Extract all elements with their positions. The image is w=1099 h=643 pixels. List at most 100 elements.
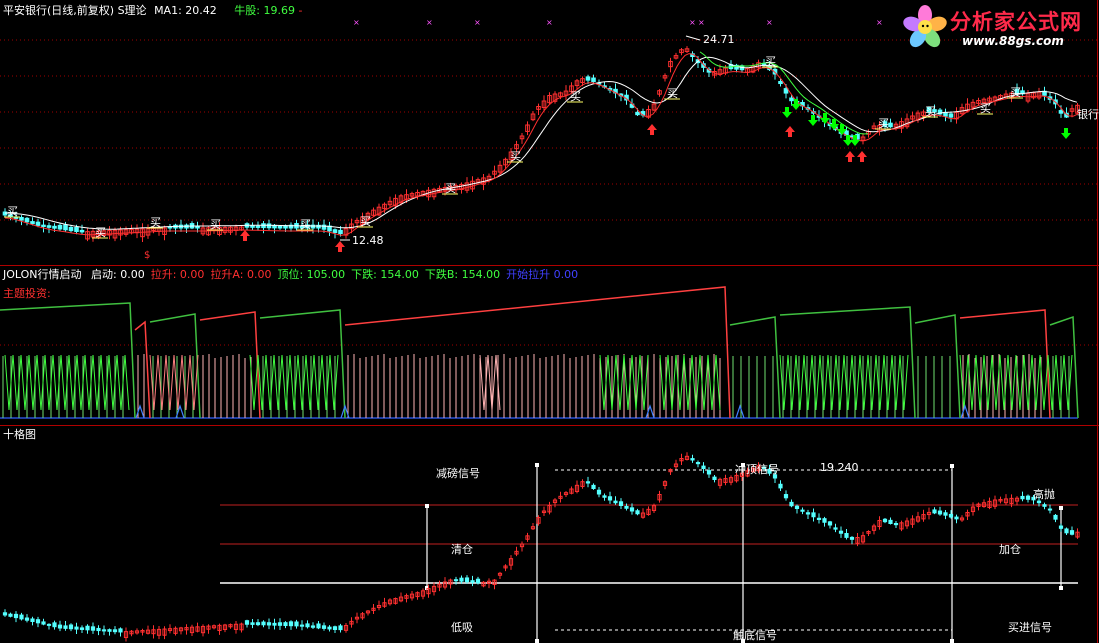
candle-body bbox=[789, 97, 794, 102]
candle-body bbox=[30, 618, 35, 622]
candle-body bbox=[602, 495, 607, 498]
candle-body bbox=[327, 626, 332, 630]
arrow-up-icon bbox=[240, 230, 250, 241]
candle-body bbox=[46, 225, 52, 228]
candle-body bbox=[816, 517, 822, 521]
candle-body bbox=[948, 513, 954, 518]
panel1-title: 平安银行(日线,前复权) S理论 bbox=[3, 4, 147, 17]
candle-body bbox=[266, 223, 272, 229]
candle-body bbox=[937, 510, 943, 515]
divider-handle bbox=[535, 639, 539, 643]
label-gaopao: 高抛 bbox=[1033, 488, 1055, 501]
candle-body bbox=[701, 465, 706, 470]
panel2-field-3: 顶位: 105.00 bbox=[277, 268, 346, 281]
panel3-title: 十格图 bbox=[3, 428, 36, 441]
candle-body bbox=[261, 621, 266, 626]
panel2-header: JOLON行情启动 启动: 0.00 拉升: 0.00 拉升A: 0.00 顶位: 1… bbox=[3, 268, 578, 281]
label-jiacang: 加仓 bbox=[999, 543, 1021, 556]
candle-body bbox=[338, 625, 343, 631]
candle-body bbox=[800, 509, 805, 512]
cross-marker: × bbox=[353, 18, 360, 27]
panel2-field-5: 下跌B: 154.00 bbox=[424, 268, 501, 281]
candle-body bbox=[74, 626, 79, 630]
candle-body bbox=[453, 579, 459, 582]
candle-body bbox=[272, 622, 277, 626]
candle-body bbox=[266, 622, 272, 626]
candle-body bbox=[288, 621, 294, 627]
candle-body bbox=[882, 518, 888, 523]
candle-body bbox=[255, 225, 261, 228]
candle-body bbox=[778, 81, 783, 85]
candle-body bbox=[1058, 110, 1064, 114]
candle-body bbox=[294, 621, 299, 627]
divider-handle bbox=[950, 464, 954, 468]
panel2-field-6: 开始拉升 0.00 bbox=[506, 268, 579, 281]
candle-body bbox=[459, 577, 464, 582]
candle-body bbox=[629, 507, 635, 512]
candle-body bbox=[475, 578, 481, 584]
divider-handle bbox=[950, 639, 954, 643]
candle-body bbox=[591, 484, 596, 490]
candle-body bbox=[30, 221, 35, 225]
candle-body bbox=[585, 76, 591, 81]
candle-body bbox=[712, 476, 717, 480]
candle-body bbox=[299, 624, 305, 627]
candle-body bbox=[68, 624, 74, 630]
candle-body bbox=[85, 625, 90, 631]
stock-chart-canvas[interactable]: 买买买买买买买买买 买买买买 买买× × × × × × × × bbox=[0, 0, 1099, 643]
arrow-up-icon bbox=[857, 151, 867, 162]
panel2-subtitle: 主题投资: bbox=[3, 287, 51, 300]
buy-signal-label: 买 bbox=[765, 55, 776, 68]
cross-marker: × bbox=[698, 18, 705, 27]
candle-body bbox=[695, 462, 701, 465]
candle-body bbox=[52, 622, 57, 628]
candle-body bbox=[822, 518, 827, 523]
candle-body bbox=[35, 221, 41, 226]
buy-signal-label: 买 bbox=[925, 105, 936, 118]
candle-body bbox=[706, 470, 712, 475]
candle-body bbox=[19, 614, 24, 620]
site-logo[interactable]: 分析家公式网 www.88gs.com bbox=[900, 2, 1095, 52]
logo-title: 分析家公式网 bbox=[950, 10, 1082, 34]
buy-signal-label: 买 bbox=[7, 205, 18, 218]
bull-label: 牛股: 19.69 bbox=[234, 4, 295, 17]
candle-body bbox=[618, 501, 624, 507]
candle-body bbox=[244, 620, 250, 625]
candle-body bbox=[90, 626, 96, 631]
buy-signal-label: 买 bbox=[980, 102, 991, 115]
arrow-up-icon bbox=[785, 126, 795, 137]
candle-body bbox=[838, 530, 844, 534]
buy-signal-label: 买 bbox=[510, 150, 521, 163]
candle-body bbox=[932, 509, 937, 514]
arrow-down-icon bbox=[808, 115, 818, 126]
trend-envelope-line bbox=[1049, 315, 1079, 419]
candle-body bbox=[635, 510, 640, 515]
candle-body bbox=[41, 621, 46, 625]
candle-body bbox=[1047, 508, 1053, 511]
candle-body bbox=[283, 622, 288, 627]
candle-body bbox=[321, 625, 327, 629]
candle-body bbox=[789, 501, 794, 507]
label-qingcang: 清仓 bbox=[451, 543, 473, 556]
candle-body bbox=[79, 627, 85, 630]
buy-signal-label: 买 bbox=[360, 215, 371, 228]
candle-body bbox=[277, 622, 283, 626]
candle-body bbox=[948, 113, 954, 118]
ma1-label: MA1: 20.42 bbox=[154, 4, 217, 17]
buy-signal-label: 买 bbox=[667, 87, 678, 100]
candle-body bbox=[35, 619, 41, 624]
candle-body bbox=[783, 494, 789, 499]
cross-marker: × bbox=[876, 18, 883, 27]
blue-spike bbox=[645, 404, 655, 419]
buy-signal-label: 买 bbox=[150, 216, 161, 229]
panel2-field-4: 下跌: 154.00 bbox=[351, 268, 419, 281]
high-price-pointer bbox=[685, 35, 701, 41]
blue-spike bbox=[135, 404, 145, 419]
candle-body bbox=[893, 523, 899, 526]
candle-body bbox=[794, 505, 800, 509]
candle-body bbox=[57, 224, 63, 230]
candle-body bbox=[63, 224, 68, 231]
candle-body bbox=[195, 225, 200, 229]
candle-body bbox=[596, 489, 602, 495]
candle-body bbox=[690, 458, 695, 461]
